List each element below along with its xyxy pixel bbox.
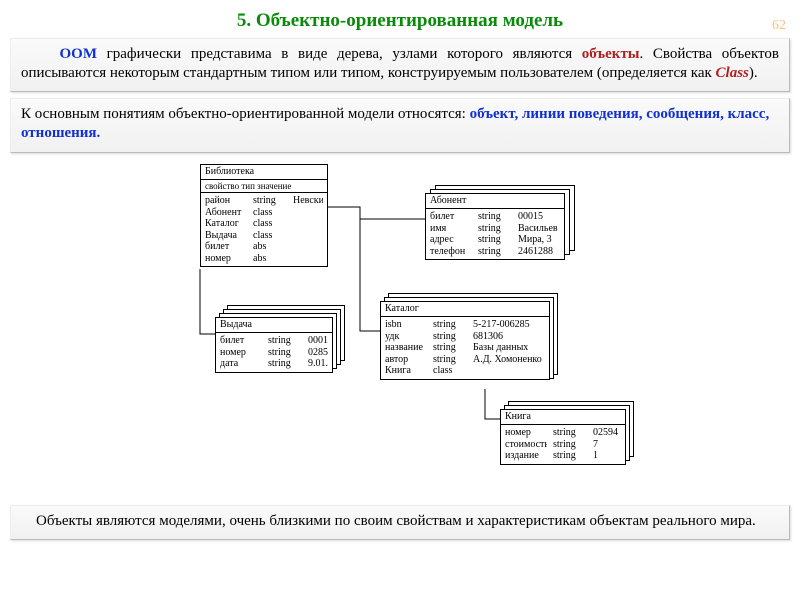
card-library: Библиотека свойство тип значение районst… bbox=[200, 164, 328, 268]
intro-text: ООМ графически представима в виде дерева… bbox=[21, 45, 779, 83]
table-row: билетabs bbox=[205, 241, 323, 253]
card-book-title: Книга bbox=[501, 410, 625, 426]
table-row: Книгаclass bbox=[385, 365, 545, 377]
footer-panel: Объекты являются моделями, очень близким… bbox=[10, 505, 790, 541]
card-catalog-title: Каталог bbox=[381, 302, 549, 318]
table-row: датаstring9.01.97 bbox=[220, 358, 328, 370]
table-row: удкstring681306 bbox=[385, 331, 545, 343]
term-class: Class bbox=[716, 65, 749, 81]
table-row: авторstringА.Д. Хомоненко bbox=[385, 354, 545, 366]
table-row: isbnstring5-217-006285 bbox=[385, 319, 545, 331]
term-objects: объекты bbox=[582, 46, 640, 62]
card-abonent-title: Абонент bbox=[426, 194, 564, 210]
intro-panel: ООМ графически представима в виде дерева… bbox=[10, 38, 790, 92]
slide-number: 62 bbox=[772, 18, 786, 34]
table-row: номерstring02594 bbox=[505, 427, 621, 439]
table-row: районstringНевский bbox=[205, 195, 323, 207]
table-row: номерstring02857 bbox=[220, 347, 328, 359]
table-row: Выдачаclass bbox=[205, 230, 323, 242]
table-row: имяstringВасильев bbox=[430, 223, 560, 235]
table-row: изданиеstring1 bbox=[505, 450, 621, 462]
table-row: Абонентclass bbox=[205, 207, 323, 219]
oom-diagram: Библиотека свойство тип значение районst… bbox=[10, 159, 790, 499]
table-row: телефонstring2461288 bbox=[430, 246, 560, 258]
concepts-panel: К основным понятиям объектно-ориентирова… bbox=[10, 98, 790, 153]
card-library-title: Библиотека bbox=[201, 165, 327, 181]
table-row: билетstring00015 bbox=[430, 211, 560, 223]
concepts-text: К основным понятиям объектно-ориентирова… bbox=[21, 105, 779, 144]
card-abonent-stack: Абонент билетstring00015имяstringВасилье… bbox=[425, 187, 565, 255]
table-row: названиеstringБазы данных bbox=[385, 342, 545, 354]
card-vydacha-stack: Выдача билетstring00015номерstring02857д… bbox=[215, 309, 333, 365]
table-row: адресstringМира, 3 bbox=[430, 234, 560, 246]
card-vydacha-title: Выдача bbox=[216, 318, 332, 334]
table-row: билетstring00015 bbox=[220, 335, 328, 347]
card-library-subhead: свойство тип значение bbox=[201, 180, 327, 193]
footer-text: Объекты являются моделями, очень близким… bbox=[21, 512, 779, 532]
card-book-stack: Книга номерstring02594стоимостьstring7из… bbox=[500, 405, 626, 461]
page-title: 5. Объектно-ориентированная модель bbox=[0, 10, 800, 32]
table-row: Каталогclass bbox=[205, 218, 323, 230]
card-catalog-stack: Каталог isbnstring5-217-006285удкstring6… bbox=[380, 297, 550, 376]
table-row: стоимостьstring7 bbox=[505, 439, 621, 451]
table-row: номерabs bbox=[205, 253, 323, 265]
term-oom: ООМ bbox=[59, 46, 97, 62]
